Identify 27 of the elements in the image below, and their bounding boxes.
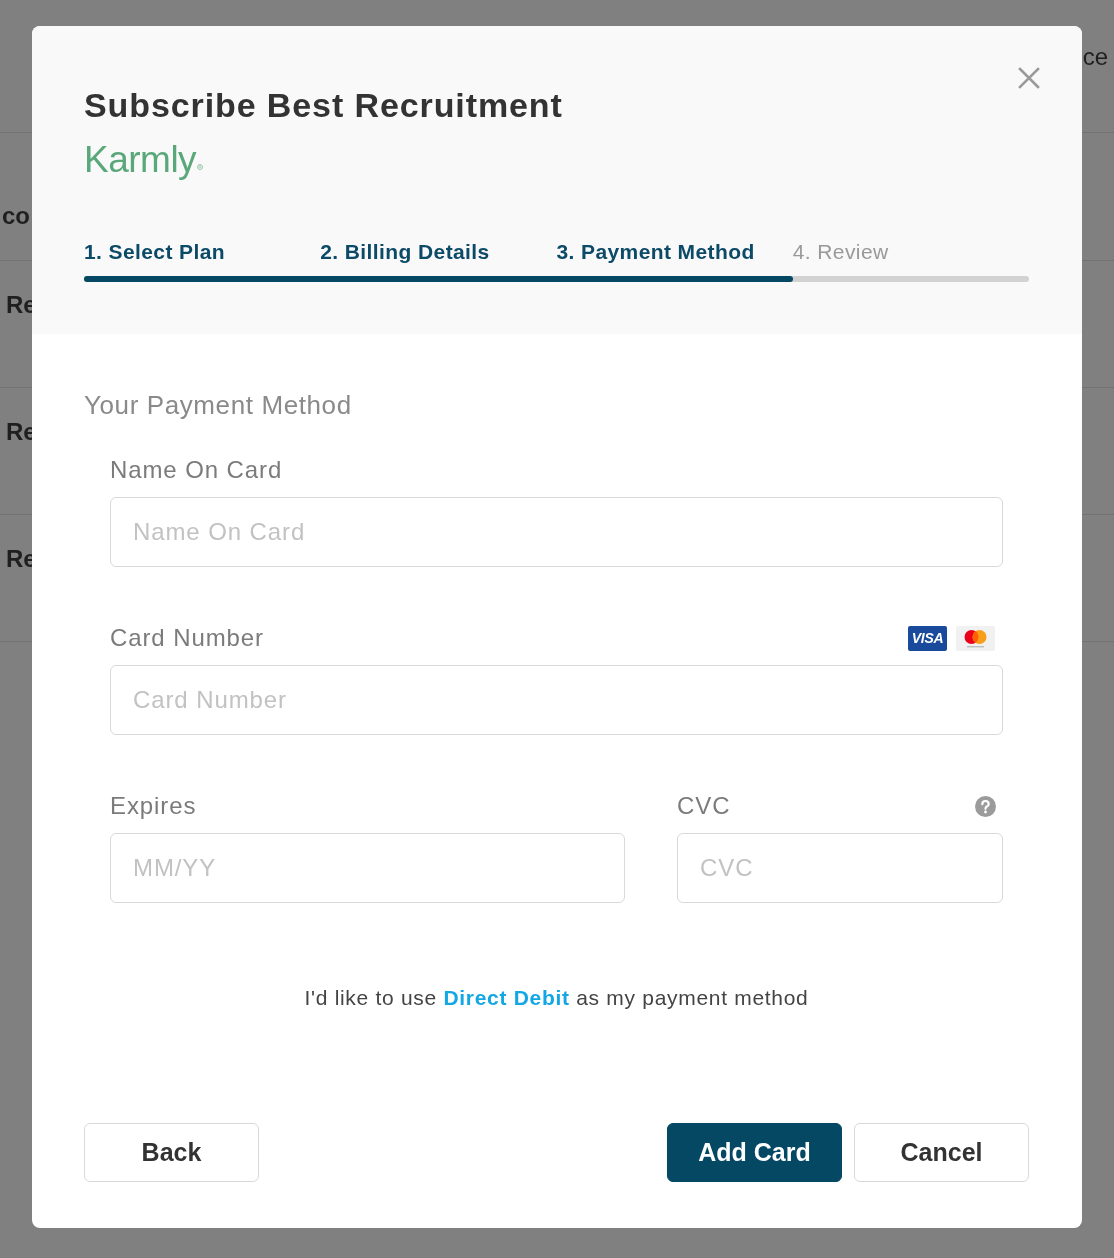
circles-card-icon bbox=[956, 625, 995, 651]
close-icon bbox=[1018, 67, 1040, 89]
registered-mark-icon bbox=[197, 164, 204, 170]
payment-option-text: I'd like to use Direct Debit as my payment method bbox=[303, 985, 810, 1011]
secondary-action-button[interactable]: Cancel bbox=[854, 1123, 1029, 1182]
brand-logo: Karmly bbox=[84, 138, 197, 182]
input-field[interactable]: Name On Card bbox=[110, 497, 1003, 567]
page-header-text: ce bbox=[1082, 43, 1108, 71]
column-heading: co bbox=[2, 202, 30, 229]
step-label: 4. Review bbox=[792, 240, 889, 264]
step-label: 1. Select Plan bbox=[84, 240, 225, 264]
modal-title: Subscribe Best Recruitment bbox=[84, 86, 563, 124]
field-label: Expires bbox=[110, 792, 197, 820]
visa-card-logo: VISA bbox=[908, 625, 947, 651]
primary-action-button[interactable]: Add Card bbox=[667, 1123, 842, 1182]
step-label: 2. Billing Details bbox=[320, 240, 490, 264]
help-icon bbox=[975, 795, 996, 817]
secondary-action-button[interactable]: Back bbox=[84, 1123, 259, 1182]
input-field[interactable]: MM/YY bbox=[110, 833, 625, 903]
field-label: CVC bbox=[677, 792, 731, 820]
close-button[interactable] bbox=[1018, 67, 1040, 89]
input-field[interactable]: Card Number bbox=[110, 665, 1003, 735]
field-label: Card Number bbox=[110, 624, 264, 652]
input-field[interactable]: CVC bbox=[677, 833, 1003, 903]
field-label: Name On Card bbox=[110, 456, 283, 484]
step-label: 3. Payment Method bbox=[556, 240, 755, 264]
section-heading: Your Payment Method bbox=[84, 390, 353, 420]
